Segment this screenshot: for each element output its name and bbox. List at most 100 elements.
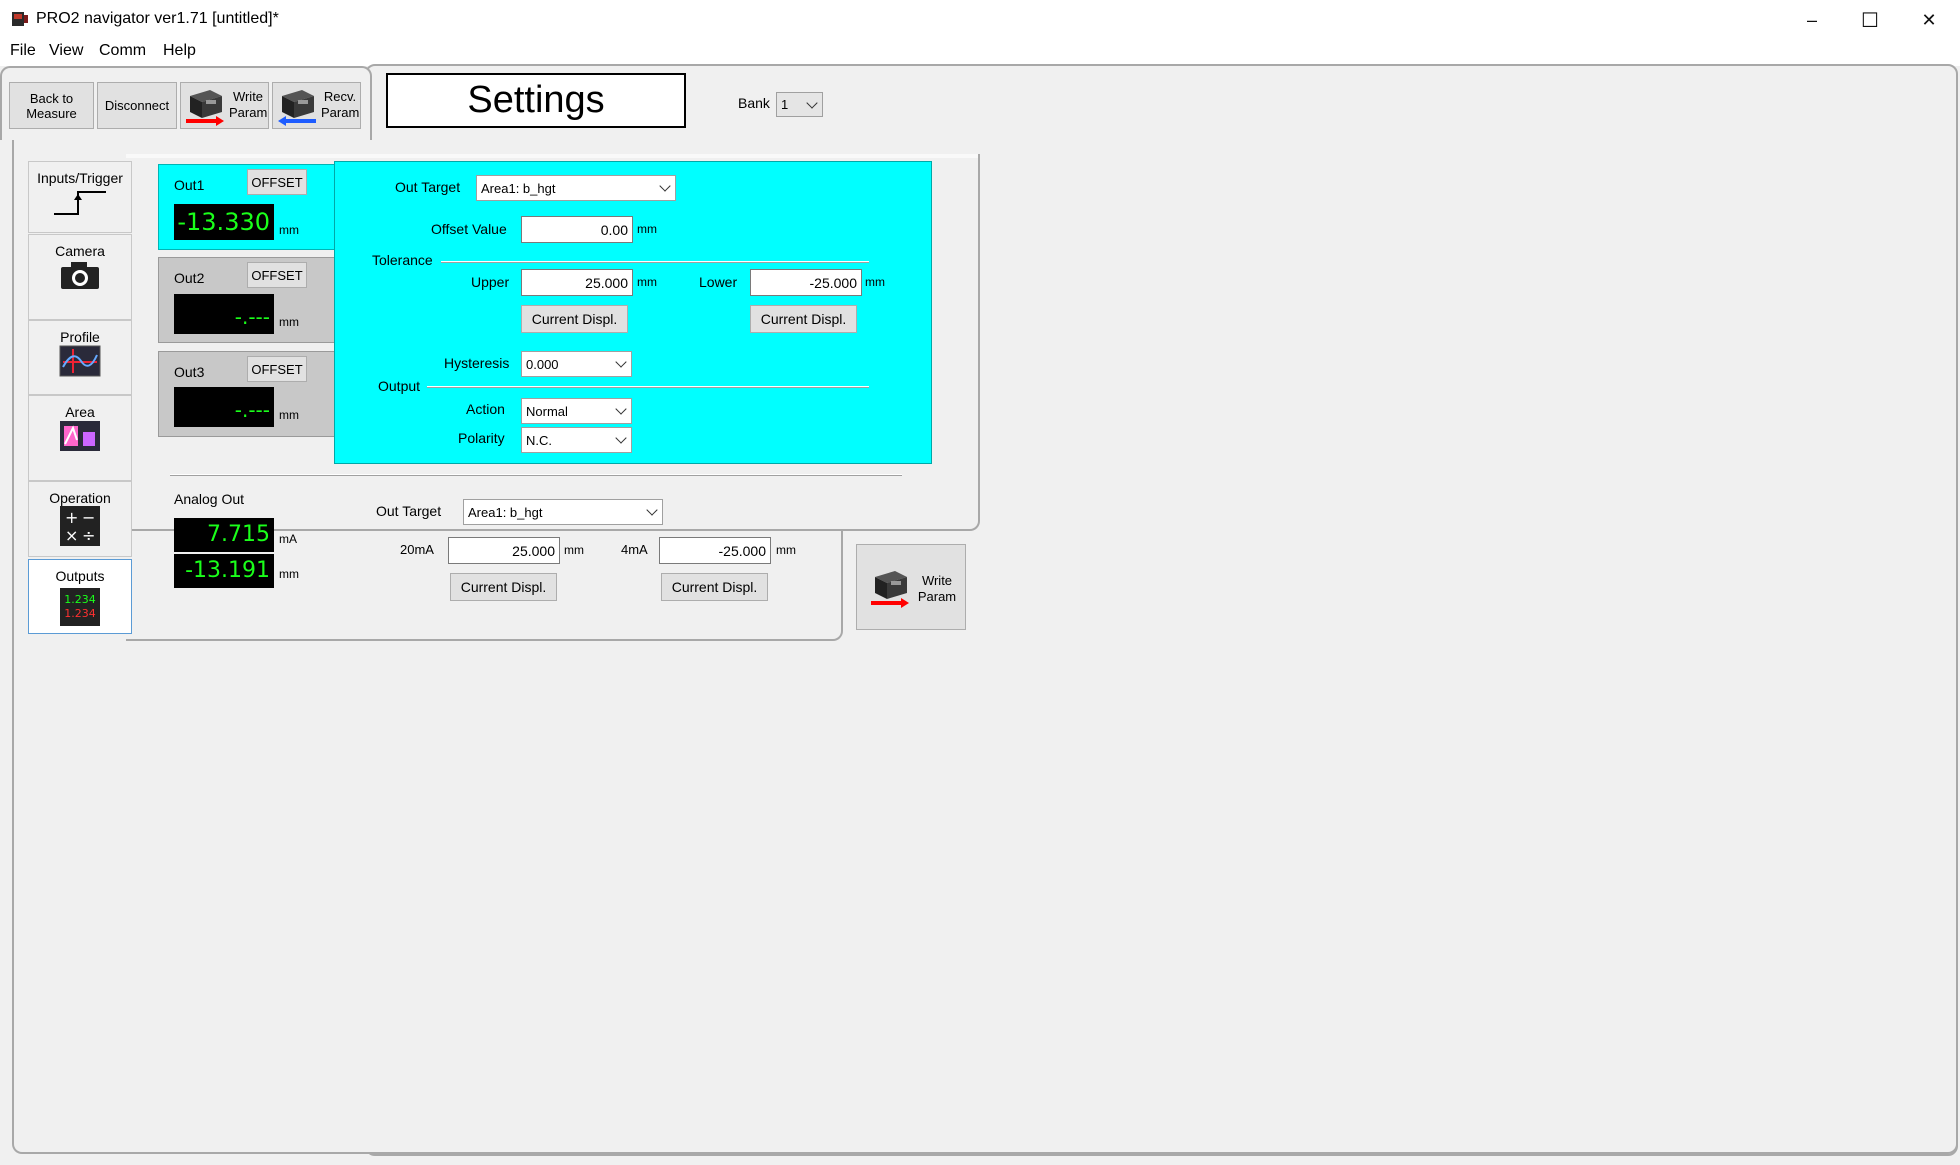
ma4-unit: mm [776, 543, 796, 557]
chevron-down-icon [659, 180, 671, 192]
out3-label: Out3 [174, 364, 205, 380]
back-to-measure-button[interactable]: Back to Measure [9, 82, 94, 129]
out-target-label: Out Target [395, 179, 461, 195]
polarity-value: N.C. [526, 432, 552, 448]
sidebar-item-label: Operation [49, 490, 111, 506]
outputs-icon: 1.234 1.234 [60, 588, 100, 626]
menu-view[interactable]: View [49, 42, 83, 60]
chevron-down-icon [615, 356, 627, 368]
upper-input[interactable]: 25.000 [521, 269, 633, 296]
write-device-icon [871, 571, 909, 608]
profile-icon [59, 345, 101, 377]
chevron-down-icon [646, 504, 658, 516]
out1-detail-panel: Out Target Area1: b_hgt Offset Value 0.0… [334, 161, 932, 464]
sidebar-item-label: Inputs/Trigger [37, 170, 123, 186]
out1-box[interactable]: Out1 OFFSET -13.330 mm [158, 164, 336, 250]
ma20-current-displ-button[interactable]: Current Displ. [450, 573, 557, 601]
analog-ma-value: 7.715 [174, 518, 274, 552]
out1-unit: mm [279, 223, 299, 237]
out3-unit: mm [279, 408, 299, 422]
minimize-button[interactable]: – [1783, 0, 1841, 40]
lower-current-displ-button[interactable]: Current Displ. [750, 305, 857, 333]
panel-top-edge [126, 154, 978, 158]
recv-param-button[interactable]: Recv. Param [272, 82, 361, 129]
back-line1: Back to [29, 90, 74, 106]
analog-out-target-label: Out Target [376, 503, 442, 519]
chevron-down-icon [806, 96, 818, 109]
analog-mm-unit: mm [279, 567, 299, 581]
maximize-button[interactable]: ☐ [1841, 0, 1899, 40]
out-target-select[interactable]: Area1: b_hgt [476, 175, 676, 201]
chevron-down-icon [615, 403, 627, 415]
lower-input[interactable]: -25.000 [750, 269, 862, 296]
analog-divider [170, 474, 902, 476]
bank-select[interactable]: 1 [776, 92, 823, 117]
out-target-value: Area1: b_hgt [481, 180, 556, 196]
out2-box[interactable]: Out2 OFFSET -.--- mm [158, 257, 336, 343]
ma4-input[interactable]: -25.000 [659, 537, 771, 564]
output-label: Output [378, 378, 421, 394]
out3-offset-button[interactable]: OFFSET [247, 356, 307, 382]
operation-icon: + −× ÷ [60, 506, 100, 546]
action-select[interactable]: Normal [521, 398, 632, 424]
disconnect-button[interactable]: Disconnect [97, 82, 177, 129]
write-param-button[interactable]: Write Param [180, 82, 269, 129]
out2-value: -.--- [174, 294, 274, 334]
sidebar-item-outputs[interactable]: Outputs 1.234 1.234 [28, 559, 132, 634]
out1-offset-button[interactable]: OFFSET [247, 169, 307, 195]
analog-out-target-value: Area1: b_hgt [468, 504, 543, 520]
output-divider [427, 386, 869, 388]
analog-out-label: Analog Out [174, 491, 245, 507]
out3-box[interactable]: Out3 OFFSET -.--- mm [158, 351, 336, 437]
svg-text:+: + [65, 508, 78, 527]
write-device-icon [186, 90, 224, 126]
menu-help[interactable]: Help [163, 42, 196, 60]
ma20-label: 20mA [400, 542, 434, 557]
ma4-current-displ-button[interactable]: Current Displ. [661, 573, 768, 601]
lower-unit: mm [865, 275, 885, 289]
svg-text:−: − [82, 508, 95, 527]
chevron-down-icon [615, 432, 627, 444]
upper-current-displ-button[interactable]: Current Displ. [521, 305, 628, 333]
recv-line1: Recv. [323, 89, 357, 104]
outputs-icon-text: 1.234 [64, 593, 96, 606]
sidebar-item-label: Area [65, 404, 95, 420]
page-title: Settings [386, 73, 686, 128]
analog-ma-unit: mA [279, 532, 297, 546]
camera-icon [61, 262, 99, 289]
hysteresis-label: Hysteresis [444, 355, 510, 371]
tolerance-label: Tolerance [372, 252, 433, 268]
svg-text:×: × [65, 526, 78, 545]
offset-value-input[interactable]: 0.00 [521, 216, 633, 243]
sidebar-item-profile[interactable]: Profile [28, 320, 132, 395]
polarity-select[interactable]: N.C. [521, 427, 632, 453]
recv-line2: Param [321, 105, 360, 120]
out3-value: -.--- [174, 387, 274, 427]
window-title: PRO2 navigator ver1.71 [untitled]* [36, 10, 279, 27]
analog-out-target-select[interactable]: Area1: b_hgt [463, 499, 663, 525]
menu-bar [0, 40, 1960, 66]
action-label: Action [466, 401, 505, 417]
sidebar-item-inputs-trigger[interactable]: Inputs/Trigger [28, 161, 132, 233]
sidebar-item-operation[interactable]: Operation + − × ÷ [28, 481, 132, 557]
out2-label: Out2 [174, 270, 205, 286]
write-param-bottom-button[interactable]: Write Param [856, 544, 966, 630]
sidebar-item-area[interactable]: Area [28, 395, 132, 481]
upper-label: Upper [471, 274, 510, 290]
sidebar-item-label: Profile [60, 329, 100, 345]
outputs-icon-text: 1.234 [64, 607, 96, 620]
hysteresis-value: 0.000 [526, 356, 559, 372]
tolerance-divider [441, 261, 869, 263]
write-bottom-line2: Param [917, 589, 957, 604]
ma20-input[interactable]: 25.000 [448, 537, 560, 564]
upper-unit: mm [637, 275, 657, 289]
lower-label: Lower [699, 274, 738, 290]
sidebar-item-camera[interactable]: Camera [28, 234, 132, 320]
sidebar-item-label: Camera [55, 243, 105, 259]
out2-offset-button[interactable]: OFFSET [247, 262, 307, 288]
menu-comm[interactable]: Comm [99, 42, 146, 60]
menu-file[interactable]: File [10, 42, 36, 60]
recv-device-icon [278, 90, 316, 126]
close-button[interactable]: ✕ [1900, 0, 1958, 40]
hysteresis-select[interactable]: 0.000 [521, 351, 632, 377]
